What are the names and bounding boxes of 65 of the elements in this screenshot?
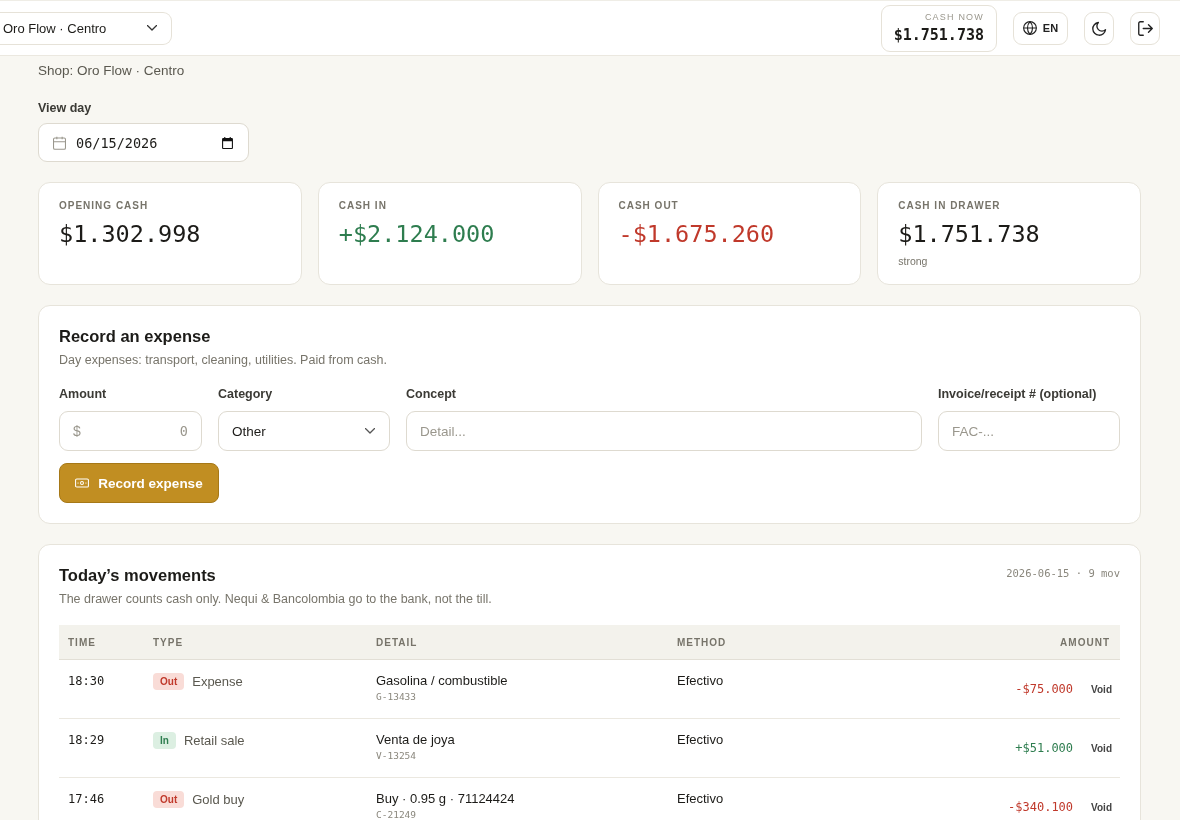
detail-text: Gasolina / combustible (376, 673, 509, 689)
amount-text: -$340.100 (1008, 799, 1074, 815)
column-header: TYPE (152, 636, 185, 648)
section-description: Day expenses: transport, cleaning, utilities. Paid from cash. (59, 352, 388, 368)
calendar-picker-icon[interactable] (222, 136, 233, 149)
field-label: Invoice/receipt # (optional) (938, 386, 1098, 402)
cash-now-value: $1.751.738 (893, 24, 984, 46)
stat-value: +$2.124.000 (338, 220, 496, 248)
cash-icon (75, 478, 90, 488)
void-button[interactable]: Void (1083, 797, 1120, 817)
column-header: AMOUNT (1059, 636, 1111, 648)
void-button[interactable]: Void (1083, 738, 1120, 758)
method-cell-text: Efectivo (676, 731, 725, 749)
reference-code: C-21249 (376, 809, 418, 820)
stat-label: CASH OUT (618, 199, 680, 212)
movement-type: Expense (192, 673, 243, 690)
detail-text: Venta de joya (376, 732, 456, 748)
logout-icon (1137, 20, 1153, 36)
field-label: Amount (59, 386, 108, 402)
movement-type: Gold buy (192, 791, 245, 808)
reference-code: V-13254 (376, 750, 418, 762)
movement-type: Retail sale (183, 732, 245, 749)
stat-label: OPENING CASH (59, 199, 150, 212)
stat-value: $1.302.998 (59, 220, 202, 248)
column-header: METHOD (676, 636, 728, 648)
logout-button[interactable] (1130, 11, 1160, 45)
time-cell-text: 18:29 (67, 732, 106, 749)
direction-badge: In (153, 732, 176, 749)
language-button[interactable]: EN (1013, 11, 1068, 45)
moon-icon (1091, 20, 1107, 36)
field-label: Category (218, 386, 274, 402)
shop-subtitle: Shop: Oro Flow · Centro (38, 62, 186, 80)
stat-value: $1.751.738 (898, 220, 1041, 248)
globe-icon (1022, 21, 1037, 35)
calendar-icon (53, 135, 66, 150)
movements-meta: 2026-06-15 · 9 mov (1006, 566, 1120, 580)
stat-note: strong (898, 254, 929, 268)
category-select[interactable]: Other (218, 411, 390, 451)
chevron-down-icon (147, 25, 157, 31)
reference-code: G-13433 (376, 691, 418, 703)
column-header: DETAIL (375, 636, 419, 648)
amount-text: -$75.000 (1015, 681, 1074, 697)
amount-text: +$51.000 (1015, 740, 1074, 756)
date-field[interactable]: 06/15/2026 (38, 123, 249, 162)
direction-badge: Out (153, 791, 185, 808)
direction-badge: Out (153, 673, 185, 690)
dark-mode-button[interactable] (1084, 11, 1114, 45)
detail-text: Buy · 0.95 g · 71124424 (376, 791, 516, 807)
field-label: View day (38, 100, 93, 116)
section-description: The drawer counts cash only. Nequi & Bancolombia go to the bank, not the till. (59, 591, 492, 607)
stat-value: -$1.675.260 (618, 220, 776, 248)
column-header: TIME (67, 636, 97, 648)
stat-label: CASH IN DRAWER (898, 199, 1002, 212)
void-button[interactable]: Void (1083, 679, 1120, 699)
section-title: Record an expense (59, 326, 212, 346)
cash-now-label: CASH NOW (924, 10, 984, 23)
time-cell-text: 17:46 (67, 791, 106, 808)
field-label: Concept (406, 386, 457, 402)
section-title: Today’s movements (59, 565, 217, 585)
stat-label: CASH IN (338, 199, 388, 212)
method-cell-text: Efectivo (676, 790, 725, 808)
chevron-down-icon (365, 428, 375, 434)
shop-select[interactable]: Oro Flow · Centro (0, 11, 172, 45)
method-cell-text: Efectivo (676, 672, 725, 690)
time-cell-text: 18:30 (67, 673, 106, 690)
